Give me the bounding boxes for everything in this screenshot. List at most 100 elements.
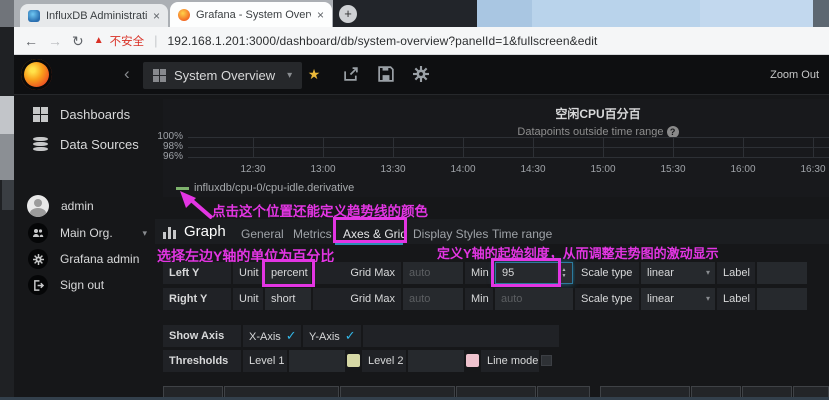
- right-y-label: Right Y: [163, 288, 231, 310]
- sidebar-item-label: Data Sources: [60, 137, 139, 152]
- grafana-favicon-icon: [178, 9, 190, 21]
- tab-title: InfluxDB Administration: [46, 10, 147, 22]
- gridline-horizontal: [188, 147, 829, 148]
- graph-panel-icon: [163, 227, 179, 239]
- gridline-horizontal: [188, 157, 829, 158]
- sidebar-item-main-org[interactable]: Main Org. ▾: [14, 221, 155, 245]
- tab-general[interactable]: General: [241, 227, 284, 241]
- level1-label: Level 1: [243, 350, 287, 372]
- back-icon[interactable]: ←: [24, 34, 38, 48]
- thresholds-label: Thresholds: [163, 350, 241, 372]
- sidebar-item-sign-out[interactable]: Sign out: [14, 273, 155, 297]
- forward-icon[interactable]: →: [48, 34, 62, 48]
- gridline-vertical: [393, 137, 394, 158]
- gridline-vertical: [253, 137, 254, 158]
- close-tab-icon[interactable]: ×: [153, 10, 160, 22]
- min-input[interactable]: [495, 288, 573, 310]
- x-axis-tick: 16:30: [793, 164, 829, 175]
- row-filler: [363, 325, 559, 347]
- y-axis-toggle[interactable]: Y-Axis✓: [303, 325, 361, 347]
- grid-max-label: Grid Max: [313, 288, 401, 310]
- desktop-patch: [0, 96, 14, 134]
- scale-type-select[interactable]: linear ▾: [641, 288, 715, 310]
- browser-tab-grafana[interactable]: Grafana - System Overview ×: [170, 2, 332, 27]
- show-axis-row: Show Axis X-Axis✓ Y-Axis✓: [163, 325, 559, 347]
- sidebar-item-data-sources[interactable]: Data Sources: [14, 132, 155, 156]
- share-icon[interactable]: [343, 66, 359, 82]
- dashboard-grid-icon: [153, 69, 166, 82]
- gridline-vertical: [323, 137, 324, 158]
- x-axis-tick: 15:30: [653, 164, 693, 175]
- annotation-box-percent: [262, 259, 315, 287]
- grid-max-input[interactable]: [403, 288, 463, 310]
- desktop-edge: [0, 0, 14, 400]
- series-color-swatch[interactable]: [176, 187, 189, 190]
- gridline-vertical: [813, 137, 814, 158]
- collapse-sidebar-icon[interactable]: ‹: [124, 64, 130, 84]
- sidebar-item-label: Main Org.: [60, 226, 113, 240]
- line-mode-checkbox[interactable]: [541, 355, 552, 366]
- sidebar-item-label: Grafana admin: [60, 252, 139, 266]
- annotation-arrow: [178, 191, 216, 219]
- unit-value-dropdown[interactable]: short: [265, 288, 311, 310]
- gridline-horizontal: [188, 137, 829, 138]
- sidebar-item-admin[interactable]: admin: [14, 194, 155, 218]
- tab-time-range[interactable]: Time range: [492, 227, 552, 241]
- series-label[interactable]: influxdb/cpu-0/cpu-idle.derivative: [194, 182, 354, 194]
- axis-label-label: Label: [717, 288, 755, 310]
- settings-gear-icon[interactable]: [413, 66, 429, 82]
- dashboard-title-dropdown[interactable]: System Overview ▾: [143, 62, 302, 89]
- sign-out-icon: [28, 275, 48, 295]
- right-y-row: Right Y Unit short Grid Max Min Scale ty…: [163, 288, 807, 310]
- thresholds-row: Thresholds Level 1 Level 2 Line mode: [163, 350, 552, 372]
- reload-icon[interactable]: ↻: [72, 34, 84, 48]
- unit-label: Unit: [233, 262, 263, 284]
- stepper-down-icon[interactable]: ▼: [562, 273, 567, 279]
- address-bar[interactable]: 192.168.1.201:3000/dashboard/db/system-o…: [168, 34, 598, 48]
- database-icon: [33, 137, 48, 152]
- left-y-label: Left Y: [163, 262, 231, 284]
- axis-label-input[interactable]: [757, 288, 807, 310]
- close-tab-icon[interactable]: ×: [317, 9, 324, 21]
- sidebar: Dashboards Data Sources admin Main Org. …: [14, 95, 155, 400]
- browser-tab-influxdb[interactable]: InfluxDB Administration ×: [20, 4, 168, 27]
- sidebar-item-label: admin: [61, 199, 94, 213]
- desktop-patch: [2, 180, 14, 210]
- tabbar-dark-area: +: [333, 0, 477, 27]
- scale-type-value: linear: [647, 293, 674, 305]
- gridline-vertical: [533, 137, 534, 158]
- x-axis-toggle[interactable]: X-Axis✓: [243, 325, 301, 347]
- sidebar-item-dashboards[interactable]: Dashboards: [14, 102, 155, 126]
- security-warning-label[interactable]: 不安全: [110, 33, 145, 49]
- level2-input[interactable]: [408, 350, 464, 372]
- grid-max-input[interactable]: [403, 262, 463, 284]
- background-band: [477, 0, 532, 27]
- sidebar-item-grafana-admin[interactable]: Grafana admin: [14, 247, 155, 271]
- url-separator: |: [154, 33, 157, 48]
- chevron-down-icon: ▾: [142, 228, 147, 239]
- scale-type-value: linear: [647, 267, 674, 279]
- level1-color-swatch[interactable]: [347, 354, 360, 367]
- screen: InfluxDB Administration × Grafana - Syst…: [0, 0, 829, 400]
- x-axis-tick: 14:30: [513, 164, 553, 175]
- tab-metrics[interactable]: Metrics: [293, 227, 332, 241]
- level2-color-swatch[interactable]: [466, 354, 479, 367]
- min-label: Min: [465, 288, 493, 310]
- grafana-logo-icon[interactable]: [21, 59, 52, 90]
- scale-type-select[interactable]: linear ▾: [641, 262, 715, 284]
- show-axis-label: Show Axis: [163, 325, 241, 347]
- y-axis-tick: 96%: [140, 151, 183, 162]
- level2-label: Level 2: [362, 350, 406, 372]
- gridline-vertical: [743, 137, 744, 158]
- new-tab-button[interactable]: +: [339, 5, 357, 23]
- tab-display-styles[interactable]: Display Styles: [413, 227, 488, 241]
- background-window: [477, 0, 813, 27]
- level1-input[interactable]: [289, 350, 345, 372]
- panel-title[interactable]: 空闲CPU百分百: [163, 105, 829, 122]
- star-dashboard-icon[interactable]: ★: [306, 66, 322, 82]
- save-icon[interactable]: [378, 66, 394, 82]
- axis-label-input[interactable]: [757, 262, 807, 284]
- security-warning-icon: ▲: [94, 35, 104, 46]
- line-mode-label: Line mode: [481, 350, 539, 372]
- zoom-out-button[interactable]: Zoom Out: [770, 69, 819, 81]
